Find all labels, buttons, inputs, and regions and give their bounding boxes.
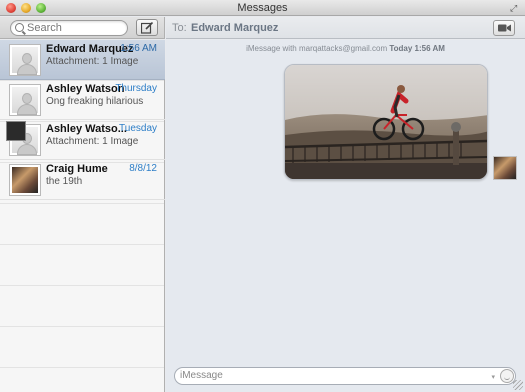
- fullscreen-icon[interactable]: ⤢: [510, 3, 520, 13]
- conversation-item[interactable]: Ashley Watson Thursday Ong freaking hila…: [0, 80, 165, 120]
- conversation-item[interactable]: Edward Marquez 1:56 AM Attachment: 1 Ima…: [0, 40, 165, 80]
- conversation-preview: Ong freaking hilarious: [46, 96, 144, 107]
- conversation-time: 8/8/12: [129, 163, 157, 174]
- search-field[interactable]: Search: [10, 20, 128, 36]
- conversation-header: To: Edward Marquez: [166, 17, 525, 39]
- conversation-time: Tuesday: [119, 123, 157, 134]
- conversation-item[interactable]: Ashley Watso... Tuesday Attachment: 1 Im…: [0, 120, 165, 160]
- image-message[interactable]: [284, 64, 488, 180]
- conversation-preview: Attachment: 1 Image: [46, 136, 139, 147]
- contact-avatar-placeholder-icon: [9, 44, 41, 76]
- message-input-placeholder: iMessage: [180, 370, 223, 381]
- conversation-name: Craig Hume: [46, 163, 108, 175]
- to-label: To:: [172, 22, 187, 34]
- conversation-time: 1:56 AM: [120, 43, 157, 54]
- compose-button[interactable]: [136, 19, 158, 36]
- conversation-time: Thursday: [115, 83, 157, 94]
- conversation-item[interactable]: Craig Hume 8/8/12 the 19th: [0, 160, 165, 200]
- message-pane: iMessage with marqattacks@gmail.com Toda…: [166, 40, 525, 392]
- conversation-name: Ashley Watso...: [46, 123, 127, 135]
- resize-handle[interactable]: [513, 380, 523, 390]
- recipient-name[interactable]: Edward Marquez: [191, 22, 278, 34]
- message-meta: iMessage with marqattacks@gmail.com Toda…: [166, 44, 525, 53]
- meta-time: Today 1:56 AM: [389, 44, 445, 53]
- sender-photo-avatar: [493, 156, 517, 180]
- conversation-name: Ashley Watson: [46, 83, 125, 95]
- conversation-preview: Attachment: 1 Image: [46, 56, 139, 67]
- window-title: Messages: [237, 2, 288, 14]
- compose-icon: [141, 22, 154, 34]
- sidebar-toolbar: Search: [0, 17, 165, 39]
- video-camera-icon: [498, 24, 511, 32]
- chevron-down-icon[interactable]: ▾: [491, 373, 495, 381]
- search-placeholder: Search: [27, 22, 62, 34]
- search-icon: [15, 23, 24, 32]
- message-input[interactable]: iMessage ▾: [174, 367, 516, 385]
- facetime-button[interactable]: [493, 20, 515, 36]
- conversation-preview: the 19th: [46, 176, 83, 187]
- title-bar: Messages ⤢: [0, 0, 525, 16]
- contact-avatar-placeholder-icon: [9, 84, 41, 116]
- emoji-icon[interactable]: [500, 369, 514, 383]
- photo-cyclist-icon: [285, 65, 487, 179]
- conversation-list: Edward Marquez 1:56 AM Attachment: 1 Ima…: [0, 40, 165, 392]
- contact-photo-avatar: [9, 164, 41, 196]
- meta-prefix: iMessage with marqattacks@gmail.com: [246, 44, 388, 53]
- group-avatar-icon: [6, 121, 41, 156]
